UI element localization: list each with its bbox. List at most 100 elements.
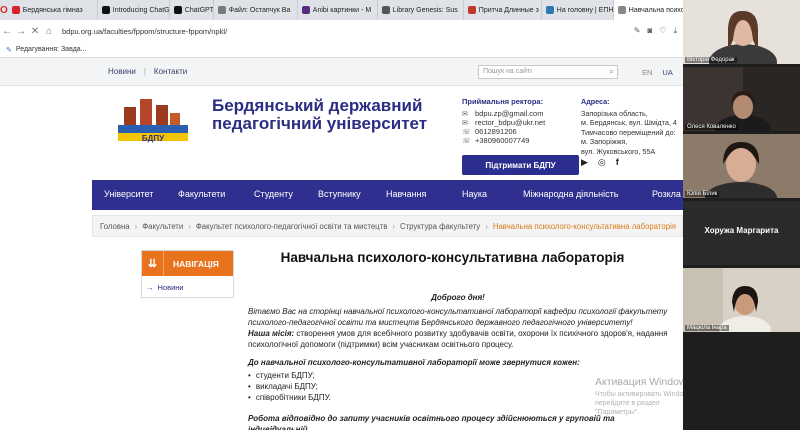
contact-email2[interactable]: ✉ rector_bdpu@ukr.net [462,118,545,127]
nav-item[interactable]: Факультети [178,189,225,199]
search-icon[interactable]: ⌕ [610,67,614,77]
heart-icon[interactable]: ♡ [659,26,666,36]
tab-label: Library Genesis: Sus [392,6,458,14]
browser-tab[interactable]: На головну | ЕПН Б [542,0,614,20]
browser-tab[interactable]: Anibi картинки - M [298,0,378,20]
edit-icon[interactable]: ✎ [634,26,641,36]
nav-item[interactable]: Вступнику [318,189,361,199]
tab-favicon-icon [11,6,20,14]
tab-favicon-icon [173,6,182,14]
browser-tab[interactable]: ChatGPT [170,0,214,20]
browser-tab[interactable]: Бердянська гімназ [8,0,98,20]
tab-label: Бердянська гімназ [22,6,83,14]
page-title: Навчальна психолого-консультативна лабор… [280,250,625,265]
tab-label: Навчальна психоло [628,6,683,14]
mission-text: створення умов для всебічного розвитку з… [248,329,668,349]
breadcrumb-separator-icon: › [134,221,138,231]
participant-tile[interactable]: Вікторія Федорак [683,0,800,64]
who-heading: До навчальної психолого-консультативної … [248,358,580,367]
sidebar-heading: ⇊ НАВІГАЦІЯ [142,251,233,276]
support-button[interactable]: Підтримати БДПУ [462,155,579,175]
navigation-icon: ⇊ [142,251,164,276]
breadcrumb-item[interactable]: Факультети [142,222,183,231]
address-line: м. Запоріжжя, [581,137,628,146]
phone-icon: ☏ [462,137,471,145]
home-icon[interactable]: ⌂ [42,26,56,37]
tab-label: Anibi картинки - M [312,6,372,14]
nav-item[interactable]: Міжнародна діяльність [523,189,618,199]
participant-tile[interactable]: Юлія Білик [683,134,800,198]
mission-paragraph: Наша місія: створення умов для всебічног… [248,328,668,350]
participant-name: Вікторія Федорак [685,57,737,63]
top-link-news[interactable]: Новини [108,67,136,76]
breadcrumb-item[interactable]: Головна [100,222,130,231]
participant-name: Мацюла Інара [685,325,729,331]
nav-item[interactable]: Студенту [254,189,293,199]
instagram-icon[interactable]: ◎ [598,157,606,168]
mission-label: Наша місія: [248,329,295,338]
university-logo[interactable]: БДПУ [114,95,192,147]
nav-item[interactable]: Навчання [386,189,426,199]
participant-video [683,268,800,332]
tab-favicon-icon [617,6,626,14]
facebook-icon[interactable]: f [616,157,619,168]
nav-item[interactable]: Університет [104,189,153,199]
address-line: м. Бердянськ, вул. Шмідта, 4 [581,118,677,127]
contact-email1[interactable]: ✉ bdpu.zp@gmail.com [462,109,543,118]
browser-tab[interactable]: Навчальна психоло✕ [613,0,683,20]
download-icon[interactable]: ⤓ [673,26,677,36]
nav-item[interactable]: Розкла [652,189,681,199]
windows-activation-title: Активация Windows [595,376,692,388]
browser-tab[interactable]: Притча Длинные з [464,0,542,20]
logo-text: БДПУ [142,134,165,143]
participant-tile[interactable]: Олеся Коваленко [683,67,800,131]
contact-phone2[interactable]: ☏ +380960007749 [462,136,529,145]
browser-tab[interactable]: Файл: Остапчук Ва [214,0,298,20]
web-page: Новини | Контакти Пошук на сайті ⌕ EN UA [0,58,683,430]
address-line: Запорізька область, [581,108,648,118]
tab-label: На головну | ЕПН Б [556,6,614,14]
reload-icon[interactable]: ✕ [28,26,42,37]
windows-activation-text: Чтобы активировать Windows, перейдите в … [595,391,694,416]
lang-en[interactable]: EN [642,68,652,77]
arrow-right-icon: → [146,282,154,292]
participant-tile[interactable]: Мацюла Інара [683,268,800,332]
browser-tab[interactable]: Library Genesis: Sus [378,0,464,20]
breadcrumb-item[interactable]: Структура факультету [400,222,480,231]
sidebar-navigation: ⇊ НАВІГАЦІЯ → Новини [141,250,234,298]
bookmark-link[interactable]: Редагування: Завда... [16,46,87,53]
participant-tile[interactable]: Хоружа Маргарита [683,201,800,265]
participant-video [683,67,800,131]
site-search-input[interactable]: Пошук на сайті ⌕ [478,65,618,79]
participant-video [683,0,800,64]
address-title: Адреса: [581,97,610,106]
browser-window: O Бердянська гімназ Introducing ChatGP Cha… [0,0,683,430]
forward-icon[interactable]: → [14,26,28,37]
mail-icon: ✉ [462,110,468,118]
phone-icon: ☏ [462,128,471,136]
back-icon[interactable]: ← [0,26,14,37]
lang-ua[interactable]: UA [662,68,672,77]
nav-item[interactable]: Наука [462,189,487,199]
tab-favicon-icon [545,6,554,14]
search-placeholder: Пошук на сайті [483,68,532,75]
sidebar-item-news[interactable]: → Новини [142,276,233,298]
browser-tab[interactable]: Introducing ChatGP [98,0,170,20]
main-navigation: Університет Факультети Студенту Вступнику На… [92,180,683,210]
url-input[interactable]: bdpu.org.ua/faculties/fppom/structure-fp… [62,27,227,36]
opera-logo-icon[interactable]: O [0,5,8,16]
email1-text: bdpu.zp@gmail.com [475,109,544,118]
social-links: ▶ ◎ f [581,157,619,168]
phone1-text: 0612891206 [475,127,517,136]
sidebar-item-label: Новини [157,282,184,292]
contact-phone1[interactable]: ☏ 0612891206 [462,127,517,136]
breadcrumb-separator-icon: › [188,221,191,231]
video-call-panel: Вікторія Федорак Олеся Коваленко Юлія Бі… [683,0,800,430]
camera-icon[interactable]: ◙ [647,26,652,36]
breadcrumb-item[interactable]: Факультет психолого-педагогічної освіти … [196,222,388,231]
top-link-contacts[interactable]: Контакти [154,67,187,76]
mail-icon: ✉ [462,119,468,127]
intro-text: Вітаємо Вас на сторінці навчальної психо… [248,307,668,327]
university-name[interactable]: Бердянський державний педагогічний уніве… [212,97,452,133]
youtube-icon[interactable]: ▶ [581,157,588,168]
